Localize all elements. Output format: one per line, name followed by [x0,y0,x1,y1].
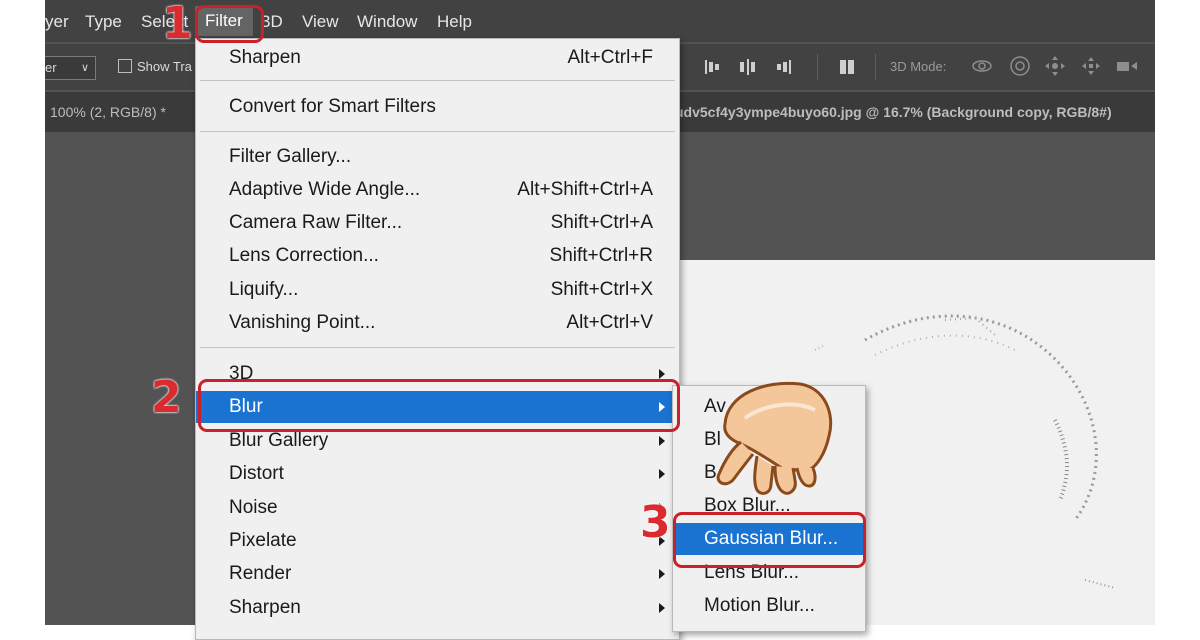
submenu-arrow-icon [659,369,665,379]
rotate-3d-icon[interactable] [970,54,994,78]
menu-item-lens-correction[interactable]: Lens Correction... Shift+Ctrl+R [196,240,679,272]
menu-item-vanishing-point[interactable]: Vanishing Point... Alt+Ctrl+V [196,307,679,339]
menu-help[interactable]: Help [437,12,472,32]
annotation-ring-filter [195,5,264,43]
auto-align-icon[interactable] [837,57,857,77]
toolbar-divider [817,54,818,80]
menu-item-label: Convert for Smart Filters [229,96,436,117]
menu-item-label: Noise [229,497,278,518]
menu-item-render[interactable]: Render [196,558,679,590]
submenu-item-motion-blur[interactable]: Motion Blur... [673,590,865,622]
menu-item-label: Render [229,563,292,584]
menu-separator [200,347,675,348]
toolbar-divider [875,54,876,80]
menu-item-convert-smart-filters[interactable]: Convert for Smart Filters [196,91,679,123]
menu-item-shortcut: Shift+Ctrl+A [550,212,653,233]
show-transform-label: Show Tra [137,59,192,74]
menu-item-liquify[interactable]: Liquify... Shift+Ctrl+X [196,274,679,306]
menu-3d[interactable]: 3D [261,12,283,32]
menu-item-label: Liquify... [229,279,299,300]
menu-view[interactable]: View [302,12,339,32]
menu-window[interactable]: Window [357,12,417,32]
dropdown-value: er [45,60,57,75]
distribute-center-icon[interactable] [738,57,758,77]
menu-item-label: Pixelate [229,530,297,551]
distribute-top-icon[interactable] [702,57,722,77]
menu-item-shortcut: Shift+Ctrl+X [550,279,653,300]
annotation-ring-gaussian [673,512,866,568]
auto-select-dropdown[interactable]: er ∨ [45,56,96,80]
menu-item-distort[interactable]: Distort [196,458,679,490]
menu-item-shortcut: Alt+Shift+Ctrl+A [517,179,653,200]
menu-item-label: Lens Correction... [229,245,379,266]
pointing-hand-icon [716,381,833,495]
menu-item-label: Distort [229,463,284,484]
menu-item-label: Filter Gallery... [229,146,352,167]
menu-item-adaptive-wide-angle[interactable]: Adaptive Wide Angle... Alt+Shift+Ctrl+A [196,174,679,206]
submenu-arrow-icon [659,603,665,613]
roll-3d-icon[interactable] [1008,54,1032,78]
menu-item-noise[interactable]: Noise [196,492,679,524]
menu-layer[interactable]: yer [45,12,69,32]
document-tab-2[interactable]: udv5cf4y3ympe4buyo60.jpg @ 16.7% (Backgr… [675,104,1112,120]
menu-item-shortcut: Alt+Ctrl+F [567,47,653,68]
step-number-1: 1 [162,0,193,49]
menu-item-filter-gallery[interactable]: Filter Gallery... [196,141,679,173]
step-number-2: 2 [151,372,182,423]
distribute-bottom-icon[interactable] [774,57,794,77]
document-tab-1[interactable]: 100% (2, RGB/8) * [50,104,166,120]
menu-item-camera-raw-filter[interactable]: Camera Raw Filter... Shift+Ctrl+A [196,207,679,239]
step-number-3: 3 [640,497,671,548]
menu-item-label: Adaptive Wide Angle... [229,179,421,200]
3d-mode-label: 3D Mode: [890,59,947,74]
menu-item-shortcut: Alt+Ctrl+V [566,312,653,333]
menu-item-sharpen[interactable]: Sharpen [196,592,679,624]
show-transform-checkbox[interactable] [118,59,132,73]
menu-item-label: Vanishing Point... [229,312,376,333]
submenu-arrow-icon [659,569,665,579]
submenu-item-label: Motion Blur... [704,595,815,616]
menu-item-label: Camera Raw Filter... [229,212,403,233]
chevron-down-icon: ∨ [80,62,89,74]
menu-item-pixelate[interactable]: Pixelate [196,525,679,557]
menu-item-label: Sharpen [229,47,301,68]
menu-item-shortcut: Shift+Ctrl+R [549,245,653,266]
menu-separator [200,131,675,132]
annotation-ring-blur [198,379,680,432]
submenu-arrow-icon [659,469,665,479]
menu-separator [200,80,675,81]
menu-item-label: Sharpen [229,597,301,618]
drag-3d-icon[interactable] [1043,54,1067,78]
menu-type[interactable]: Type [85,12,122,32]
submenu-arrow-icon [659,436,665,446]
scale-3d-icon[interactable] [1115,54,1139,78]
menu-item-last-filter[interactable]: Sharpen Alt+Ctrl+F [196,42,679,74]
filter-menu: Sharpen Alt+Ctrl+F Convert for Smart Fil… [195,38,680,640]
slide-3d-icon[interactable] [1079,54,1103,78]
